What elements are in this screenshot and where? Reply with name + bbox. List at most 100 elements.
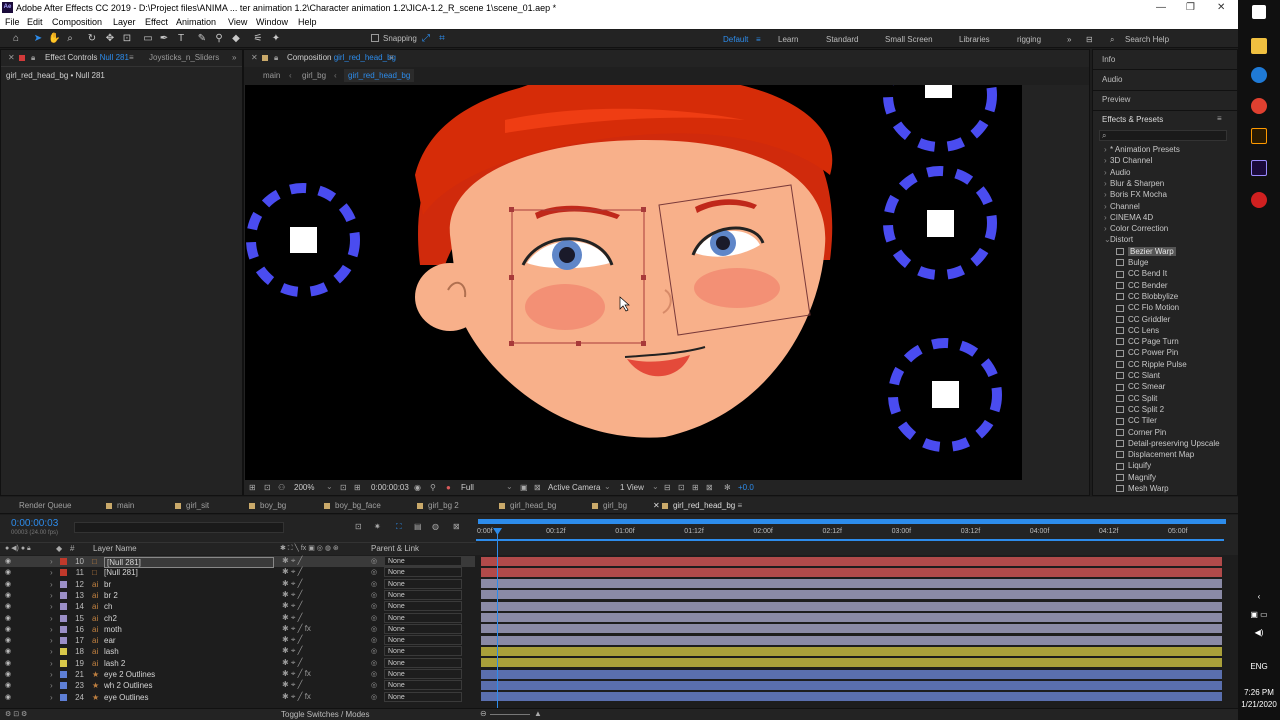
zoom-dropdown-icon[interactable]: ⌄	[326, 482, 333, 491]
label-color-swatch[interactable]	[60, 693, 67, 701]
workspace-default[interactable]: Default	[723, 35, 748, 44]
panel-menu-icon-2[interactable]: ≡	[129, 50, 134, 66]
panel-preview[interactable]: Preview	[1102, 95, 1130, 104]
expand-chevron-icon[interactable]: ›	[50, 614, 53, 623]
expand-chevron-icon[interactable]: ›	[50, 568, 53, 577]
layer-row[interactable]: ◉ › 15 ai ch2 ✱ ⌖ ╱ ◎ None	[0, 612, 475, 624]
layer-duration-bar[interactable]	[481, 601, 1222, 612]
effect-controls-lock-icon[interactable]: 🔒︎	[31, 50, 35, 66]
pan-behind-tool-icon[interactable]: ⊡	[121, 33, 133, 45]
label-color-swatch[interactable]	[60, 625, 67, 633]
label-color-swatch[interactable]	[60, 569, 67, 577]
clock-date[interactable]: 1/21/2020	[1238, 700, 1280, 709]
pixel-aspect-icon[interactable]: ⊟	[664, 483, 671, 492]
effect-category[interactable]: › * Animation Presets	[1104, 145, 1180, 154]
pickwhip-icon[interactable]: ◎	[371, 670, 377, 678]
layer-duration-bar[interactable]	[481, 624, 1222, 635]
draft-3d-icon[interactable]: ✷	[374, 522, 381, 531]
timeline-timecode[interactable]: 0:00:00:03	[11, 518, 58, 529]
layer-switches-icons[interactable]: ✱ ⌖ ╱	[282, 556, 302, 566]
chrome-browser-icon[interactable]	[1251, 98, 1267, 114]
pickwhip-icon[interactable]: ◎	[371, 557, 377, 565]
breadcrumb-main[interactable]: main	[263, 71, 280, 80]
camera-tool-icon[interactable]: ✥	[104, 33, 116, 45]
menu-file[interactable]: File	[5, 17, 20, 27]
parent-select[interactable]: None	[384, 589, 462, 600]
visibility-eye-icon[interactable]: ◉	[5, 557, 11, 565]
layer-switches-icons[interactable]: ✱ ⌖ ╱ fx	[282, 692, 311, 702]
layer-name[interactable]: br	[104, 580, 111, 589]
parent-select[interactable]: None	[384, 691, 462, 702]
parent-select[interactable]: None	[384, 556, 462, 566]
effect-item[interactable]: CC Split 2	[1116, 405, 1164, 414]
label-color-swatch[interactable]	[60, 558, 67, 565]
effect-item[interactable]: CC Slant	[1116, 371, 1160, 380]
parent-select[interactable]: None	[384, 612, 462, 623]
comp-timecode[interactable]: 0:00:00:03	[371, 483, 409, 492]
layer-name[interactable]: wh 2 Outlines	[104, 681, 152, 690]
effect-item[interactable]: Bezier Warp	[1116, 246, 1176, 256]
col-layer-name[interactable]: Layer Name	[93, 544, 137, 553]
tab-boy-bg-face[interactable]: boy_bg_face	[324, 501, 381, 510]
workspace-menu-icon[interactable]: ≡	[756, 35, 761, 44]
layer-switches-icons[interactable]: ✱ ⌖ ╱	[282, 658, 302, 668]
pickwhip-icon[interactable]: ◎	[371, 614, 377, 622]
color-channels-icon[interactable]: ●	[446, 483, 451, 492]
layer-name[interactable]: moth	[104, 625, 122, 634]
effect-item[interactable]: Displacement Map	[1116, 450, 1194, 459]
pickwhip-icon[interactable]: ◎	[371, 693, 377, 701]
clock-time[interactable]: 7:26 PM	[1238, 688, 1280, 697]
menu-effect[interactable]: Effect	[145, 17, 168, 27]
effect-category[interactable]: › CINEMA 4D	[1104, 213, 1153, 222]
comp-panel-menu-icon[interactable]: ≡	[389, 50, 394, 66]
resolution-select[interactable]: Full	[461, 483, 474, 492]
effect-item[interactable]: CC Ripple Pulse	[1116, 360, 1187, 369]
frame-blending-icon[interactable]: ▤	[414, 522, 422, 531]
tab-girl-sit[interactable]: girl_sit	[175, 501, 209, 510]
tab-girl-head-bg[interactable]: girl_head_bg	[499, 501, 556, 510]
comp-close-icon[interactable]: ✕	[251, 50, 258, 66]
layer-duration-bar[interactable]	[481, 680, 1222, 691]
layer-row[interactable]: ◉ › 14 ai ch ✱ ⌖ ╱ ◎ None	[0, 601, 475, 612]
effect-item[interactable]: Magnify	[1116, 473, 1156, 482]
selection-tool-icon[interactable]: ➤	[32, 33, 44, 45]
graph-editor-icon[interactable]: ⊠	[453, 522, 460, 531]
menu-composition[interactable]: Composition	[52, 17, 102, 27]
exposure-value[interactable]: +0.0	[738, 483, 754, 492]
layer-row[interactable]: ◉ › 10 □ [Null 281] ✱ ⌖ ╱ ◎ None	[0, 556, 475, 568]
visibility-eye-icon[interactable]: ◉	[5, 659, 11, 667]
zoom-in-icon[interactable]: ▲	[534, 709, 542, 718]
layer-row[interactable]: ◉ › 19 ai lash 2 ✱ ⌖ ╱ ◎ None	[0, 657, 475, 669]
effect-item[interactable]: Corner Pin	[1116, 428, 1166, 437]
comp-flowchart-icon[interactable]: ⊠	[706, 483, 713, 492]
region-icon[interactable]: ⊡	[264, 483, 271, 492]
parent-select[interactable]: None	[384, 623, 462, 634]
layer-name[interactable]: ch2	[104, 614, 117, 623]
layer-row[interactable]: ◉ › 18 ai lash ✱ ⌖ ╱ ◎ None	[0, 646, 475, 657]
effect-item[interactable]: Bulge	[1116, 258, 1148, 267]
effect-item[interactable]: Mesh Warp	[1116, 484, 1169, 493]
layer-name[interactable]: lash 2	[104, 659, 125, 668]
visibility-eye-icon[interactable]: ◉	[5, 681, 11, 689]
label-color-swatch[interactable]	[60, 637, 67, 645]
exposure-reset-icon[interactable]: ✻	[724, 483, 731, 492]
layer-duration-bar[interactable]	[481, 669, 1222, 680]
zoom-out-icon[interactable]: ⊖	[480, 709, 487, 718]
label-color-swatch[interactable]	[60, 682, 67, 690]
minimize-button[interactable]: —	[1156, 2, 1166, 13]
parent-select[interactable]: None	[384, 646, 462, 657]
edge-browser-icon[interactable]	[1251, 67, 1267, 83]
zoom-tool-icon[interactable]: ⌕	[64, 33, 76, 45]
expand-chevron-icon[interactable]: ›	[50, 625, 53, 634]
layer-name[interactable]: [Null 281]	[104, 568, 138, 577]
layer-duration-bar[interactable]	[481, 567, 1222, 578]
hand-tool-icon[interactable]: ✋	[48, 33, 60, 45]
expand-chevron-icon[interactable]: ›	[50, 693, 53, 702]
parent-select[interactable]: None	[384, 635, 462, 646]
effect-item[interactable]: Liquify	[1116, 461, 1151, 470]
pickwhip-icon[interactable]: ◎	[371, 636, 377, 644]
visibility-eye-icon[interactable]: ◉	[5, 602, 11, 610]
layer-switches-icons[interactable]: ✱ ⌖ ╱ fx	[282, 624, 311, 634]
timeline-search-input[interactable]	[74, 522, 284, 533]
pickwhip-icon[interactable]: ◎	[371, 647, 377, 655]
